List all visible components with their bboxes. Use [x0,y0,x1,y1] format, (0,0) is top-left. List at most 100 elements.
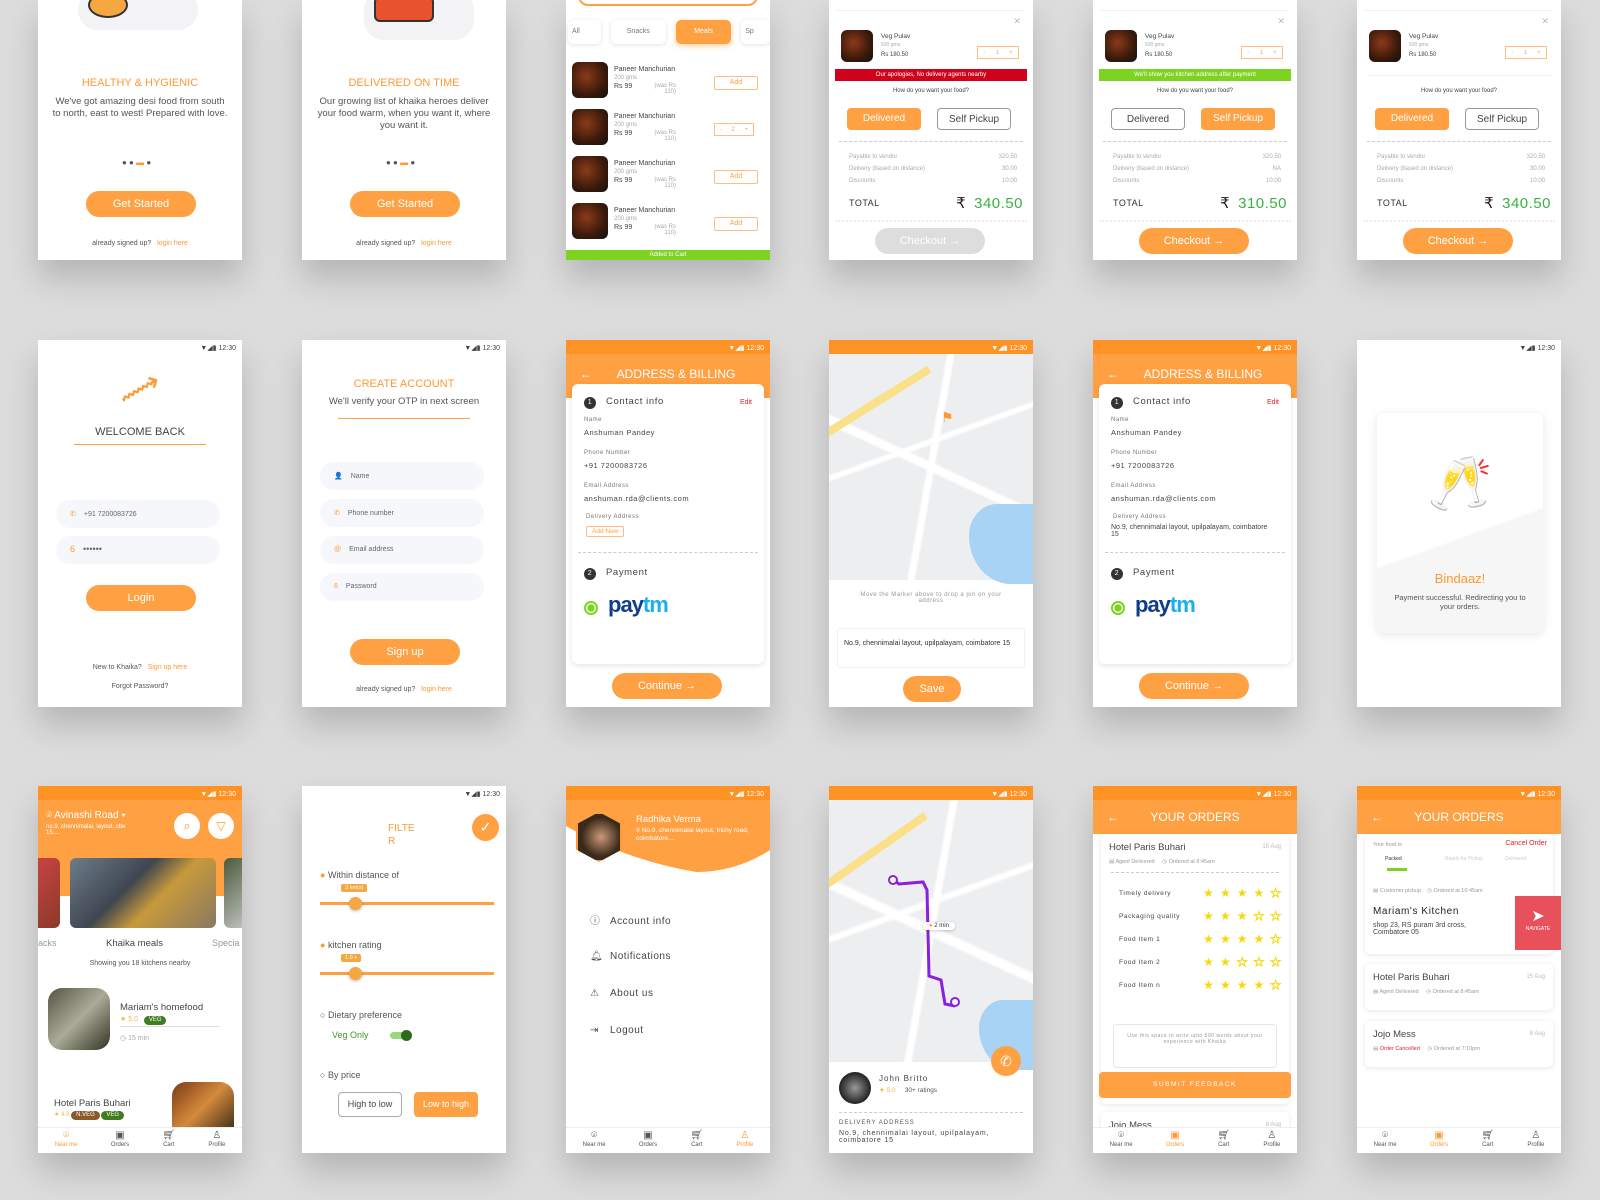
quantity-stepper[interactable]: -1 + [1505,46,1547,59]
slider-thumb[interactable] [349,967,362,980]
tab-all[interactable]: All [568,20,601,44]
nav-cart[interactable]: 🛒︎ Cart [1481,1128,1494,1153]
tab-snacks[interactable]: Snacks [611,20,666,44]
search-button[interactable]: ⌕ [174,813,200,839]
star-icon[interactable]: ★ [1236,955,1248,970]
back-arrow-icon[interactable]: ← [1371,810,1383,824]
add-button[interactable]: Add [714,217,758,231]
star-icon[interactable]: ★ [1237,978,1248,992]
category-card-meals[interactable] [70,858,216,928]
edit-button[interactable]: Edit [740,399,752,406]
nav-near-me[interactable]: ⌾ Near me [1110,1128,1133,1153]
high-to-low-button[interactable]: High to low [338,1092,402,1117]
quantity-stepper[interactable]: -1 + [1241,46,1283,59]
delivered-option[interactable]: Delivered [1111,108,1185,130]
star-icon[interactable]: ★ [1203,886,1214,900]
self-pickup-option[interactable]: Self Pickup [1201,108,1275,130]
submit-feedback-button[interactable]: SUBMIT FEEDBACK [1099,1072,1291,1098]
slider-thumb[interactable] [349,897,362,910]
self-pickup-option[interactable]: Self Pickup [1465,108,1539,130]
low-to-high-button[interactable]: Low to high [414,1092,478,1117]
sign-up-link[interactable]: Sign up here [148,664,188,671]
back-arrow-icon[interactable]: ← [1107,367,1119,381]
add-button[interactable]: Add [714,170,758,184]
menu-notifications[interactable]: 🔔︎ Notifications [590,951,671,962]
star-icon[interactable]: ★ [1203,978,1214,992]
get-started-button[interactable]: Get Started [350,191,460,217]
flag-marker-icon[interactable]: ⚑ [941,409,954,426]
close-icon[interactable]: ✕ [1541,16,1549,27]
tab-specials[interactable]: Sp [741,20,770,44]
nav-profile[interactable]: ♙ Profile [736,1128,753,1153]
cancel-order-button[interactable]: Cancel Order [1505,840,1547,847]
edit-button[interactable]: Edit [1267,399,1279,406]
forgot-password-link[interactable]: Forgot Password? [38,683,242,690]
category-label[interactable]: Specia [212,938,240,948]
checkout-button[interactable]: Checkout → [1403,228,1513,254]
feedback-textarea[interactable]: Use this space to write upto 500 words a… [1113,1024,1277,1068]
apply-check-button[interactable]: ✓ [472,814,499,841]
star-icon[interactable]: ★ [1270,955,1282,970]
address-field[interactable]: No.9, chennimalai layout, upilpalayam, c… [837,628,1025,668]
phone-field[interactable]: ✆ +91 7200083726 [56,500,220,528]
location-selector[interactable]: ⌾ Avinashi Road ▾ [46,810,126,821]
quantity-stepper[interactable]: -2 + [714,123,754,136]
filter-button[interactable]: ▽ [208,813,234,839]
menu-account-info[interactable]: ⓘ Account info [590,912,671,927]
continue-button[interactable]: Continue → [1139,673,1249,699]
nav-near-me[interactable]: ⌾ Near me [1374,1128,1397,1153]
call-button[interactable]: ✆ [991,1046,1021,1076]
phone-field[interactable]: ✆ Phone number [320,499,484,527]
checkout-button[interactable]: Checkout → [875,228,985,254]
name-field[interactable]: 👤 Name [320,462,484,490]
password-field[interactable]: 6 •••••• [56,536,220,564]
add-new-address-button[interactable]: Add New [586,526,625,537]
menu-about-us[interactable]: ⚠︎ About us [590,988,653,999]
close-icon[interactable]: ✕ [1013,16,1021,27]
page-indicator[interactable]: ● ● ▬ ● [122,158,151,167]
get-started-button[interactable]: Get Started [86,191,196,217]
login-link[interactable]: login here [421,240,452,247]
order-card[interactable]: Jojo Mess 8 Aug ▤ Order Cancelled ◷ Ordere… [1365,1021,1553,1067]
navigate-button[interactable]: ➤ NAVIGATE [1515,896,1561,950]
star-icon[interactable]: ★ [1203,909,1214,923]
page-indicator[interactable]: ● ● ▬ ● [386,158,415,167]
star-icon[interactable]: ★ [1203,932,1214,946]
nav-profile[interactable]: ♙ Profile [1263,1128,1280,1153]
search-input[interactable] [578,0,758,6]
paytm-option[interactable]: paytm [584,592,669,618]
continue-button[interactable]: Continue → [612,673,722,699]
password-field[interactable]: 6 Password [320,573,484,601]
checkout-button[interactable]: Checkout → [1139,228,1249,254]
nav-near-me[interactable]: ⌾ Near me [583,1128,606,1153]
nav-cart[interactable]: 🛒︎ Cart [162,1128,175,1153]
nav-near-me[interactable]: ⌾ Near me [55,1128,78,1153]
nav-cart[interactable]: 🛒︎ Cart [690,1128,703,1153]
star-icon[interactable]: ★ [1253,978,1264,992]
order-card[interactable]: Hotel Paris Buhari 15 Aug ▤ Agent Delivere… [1365,964,1553,1010]
add-button[interactable]: Add [714,76,758,90]
delivered-option[interactable]: Delivered [1375,108,1449,130]
nav-orders[interactable]: ▣ Orders [111,1128,129,1153]
nav-orders[interactable]: ▣ Orders [1166,1128,1184,1153]
login-button[interactable]: Login [86,585,196,611]
paytm-option[interactable]: paytm [1111,592,1196,618]
star-icon[interactable]: ★ [1270,932,1282,947]
login-link[interactable]: login here [421,686,452,693]
star-icon[interactable]: ★ [1220,932,1231,946]
save-button[interactable]: Save [903,676,961,702]
star-icon[interactable]: ★ [1270,909,1282,924]
self-pickup-option[interactable]: Self Pickup [937,108,1011,130]
nav-profile[interactable]: ♙ Profile [208,1128,225,1153]
quantity-stepper[interactable]: -1 + [977,46,1019,59]
close-icon[interactable]: ✕ [1277,16,1285,27]
star-icon[interactable]: ★ [1220,909,1231,923]
menu-logout[interactable]: ⇥ Logout [590,1025,644,1036]
nav-cart[interactable]: 🛒︎ Cart [1217,1128,1230,1153]
sign-up-button[interactable]: Sign up [350,639,460,665]
nav-orders[interactable]: ▣ Orders [1430,1128,1448,1153]
star-icon[interactable]: ★ [1220,955,1231,969]
star-icon[interactable]: ★ [1237,932,1248,946]
star-icon[interactable]: ★ [1270,978,1282,993]
star-icon[interactable]: ★ [1237,886,1248,900]
